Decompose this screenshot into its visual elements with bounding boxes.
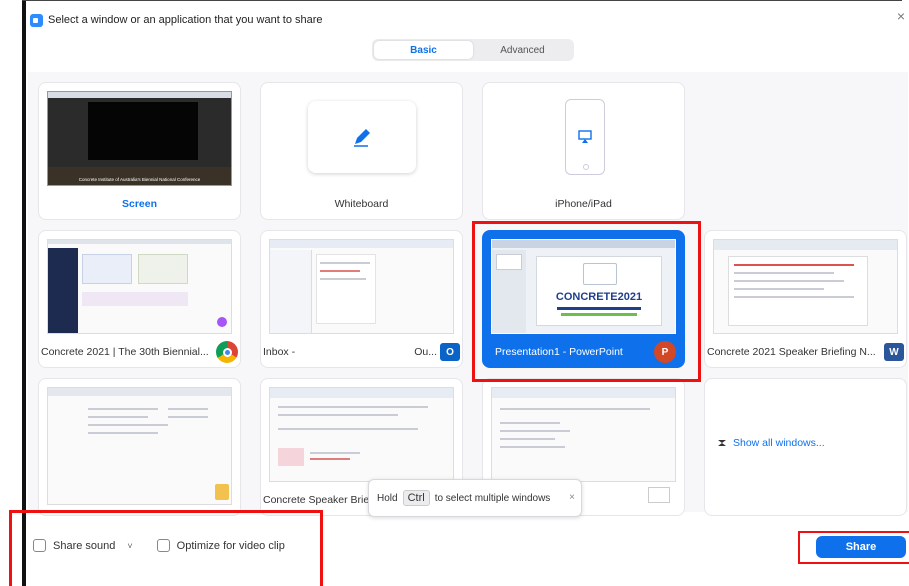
chrome-thumbnail: [47, 239, 232, 334]
tile-outlook-inbox-label: Inbox -: [263, 346, 296, 358]
ctrl-key: Ctrl: [402, 490, 430, 506]
chrome-icon: [216, 341, 238, 363]
word-thumbnail: [713, 239, 898, 334]
optimize-video-checkbox[interactable]: [156, 539, 170, 552]
tile-file-explorer[interactable]: [38, 378, 241, 516]
tile-powerpoint-label: Presentation1 - PowerPoint: [495, 346, 623, 358]
tile-outlook-inbox-label-row: Inbox - Ou... O: [261, 337, 462, 367]
top-divider: [22, 0, 902, 1]
multi-select-tooltip: Hold Ctrl to select multiple windows ×: [368, 479, 582, 517]
tile-show-all-windows[interactable]: Show all windows...: [704, 378, 907, 516]
tile-outlook-inbox-label-right: Ou...: [414, 346, 437, 358]
zoom-logo-icon: [30, 13, 43, 27]
tab-advanced[interactable]: Advanced: [473, 41, 572, 59]
tile-powerpoint[interactable]: CONCRETE2021 Presentation1 - PowerPoint …: [482, 230, 685, 368]
outlook-speaker-thumbnail: [269, 387, 454, 482]
outlook-inbox-thumbnail: [269, 239, 454, 334]
whiteboard-card: [308, 101, 416, 173]
tile-whiteboard-label: Whiteboard: [334, 198, 389, 210]
dialog-title: Select a window or an application that y…: [48, 14, 323, 26]
share-sound-checkbox[interactable]: [33, 539, 46, 552]
show-all-windows-link[interactable]: Show all windows...: [733, 437, 825, 449]
powerpoint-thumbnail: CONCRETE2021: [491, 239, 676, 334]
slide-logo-text: CONCRETE2021: [555, 291, 643, 303]
optimize-video-label: Optimize for video clip: [176, 539, 285, 552]
close-icon[interactable]: ×: [897, 8, 905, 24]
share-button[interactable]: Share: [816, 536, 906, 558]
mode-tabs: Basic Advanced: [372, 39, 574, 61]
pen-icon: [354, 129, 370, 147]
tile-powerpoint-label-row: Presentation1 - PowerPoint P: [483, 337, 684, 367]
tile-screen[interactable]: Concrete Institute of Australia's Bienni…: [38, 82, 241, 220]
powerpoint-icon: P: [654, 341, 676, 363]
tile-word-window[interactable]: Concrete 2021 Speaker Briefing N... W: [704, 230, 907, 368]
screen-thumbnail: Concrete Institute of Australia's Bienni…: [47, 91, 232, 186]
folder-icon: [215, 484, 229, 500]
show-all-windows-icon: [718, 440, 726, 446]
share-sound-option[interactable]: Share sound ˅: [33, 539, 133, 552]
show-all-row[interactable]: Show all windows...: [717, 437, 825, 449]
explorer-thumbnail: [47, 387, 232, 505]
dialog-titlebar: Select a window or an application that y…: [30, 10, 323, 30]
word-icon: W: [884, 343, 904, 361]
outlook-mail-thumbnail: [491, 387, 676, 482]
window-grid: Concrete Institute of Australia's Bienni…: [28, 72, 908, 516]
tab-basic[interactable]: Basic: [374, 41, 473, 59]
tile-word-label: Concrete 2021 Speaker Briefing N...: [707, 346, 876, 358]
share-screen-dialog: Select a window or an application that y…: [0, 0, 909, 586]
airplay-icon: [578, 130, 592, 143]
tile-iphone-ipad[interactable]: iPhone/iPad: [482, 82, 685, 220]
window-edge: [22, 0, 26, 586]
phone-outline: [565, 99, 605, 175]
tooltip-close-icon[interactable]: ×: [569, 492, 575, 503]
tile-chrome-label: Concrete 2021 | The 30th Biennial...: [41, 346, 209, 358]
tile-chrome-label-row: Concrete 2021 | The 30th Biennial...: [39, 337, 240, 367]
share-sound-caret-icon[interactable]: ˅: [127, 541, 132, 551]
screen-thumb-caption: Concrete Institute of Australia's Bienni…: [78, 177, 201, 182]
tile-chrome-window[interactable]: Concrete 2021 | The 30th Biennial...: [38, 230, 241, 368]
tooltip-suffix: to select multiple windows: [434, 492, 551, 504]
tile-screen-label: Screen: [121, 198, 158, 210]
slide-preview: CONCRETE2021: [536, 256, 662, 326]
doc-thumb-icon: [648, 487, 670, 503]
tooltip-prefix: Hold: [377, 492, 398, 504]
tile-iphone-label: iPhone/iPad: [555, 198, 612, 210]
share-sound-label: Share sound: [53, 539, 116, 552]
tile-whiteboard[interactable]: Whiteboard: [260, 82, 463, 220]
outlook-icon: O: [440, 343, 460, 361]
footer-options: Share sound ˅ Optimize for video clip: [33, 539, 285, 552]
tile-word-label-row: Concrete 2021 Speaker Briefing N... W: [705, 337, 906, 367]
tile-outlook-inbox[interactable]: Inbox - Ou... O: [260, 230, 463, 368]
optimize-video-option[interactable]: Optimize for video clip: [156, 539, 285, 552]
